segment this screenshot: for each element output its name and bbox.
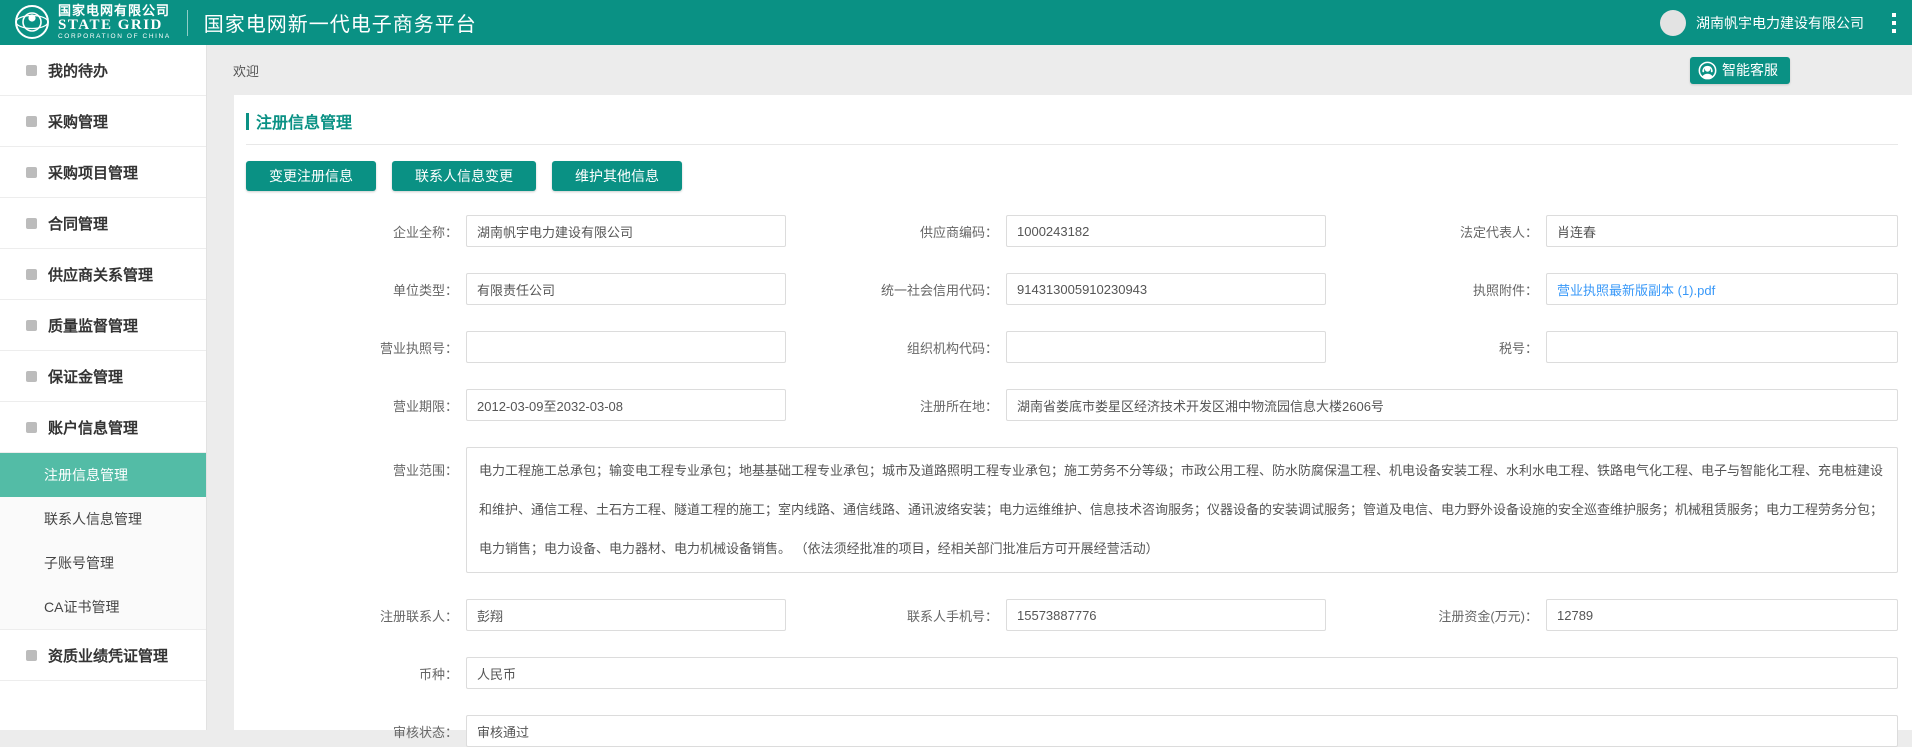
menu-square-icon [26, 65, 37, 76]
logo-company-en: STATE GRID [58, 18, 171, 34]
title-accent-bar [246, 113, 249, 130]
submenu-item-subaccount-mgmt[interactable]: 子账号管理 [0, 541, 206, 585]
state-grid-logo: 国家电网有限公司 STATE GRID CORPORATION OF CHINA [0, 4, 171, 40]
registered-address-input[interactable]: 湖南省娄底市娄星区经济技术开发区湘中物流园信息大楼2606号 [1006, 389, 1898, 421]
submenu-item-label: CA证书管理 [44, 597, 119, 617]
tax-no-label: 税号： [1326, 338, 1546, 357]
sidebar-item-supplier-relation-mgmt[interactable]: 供应商关系管理 [0, 249, 206, 300]
license-attachment-link[interactable]: 营业执照最新版副本 (1).pdf [1546, 273, 1898, 305]
supplier-code-label: 供应商编码： [786, 222, 1006, 241]
title-divider [246, 144, 1898, 145]
headset-agent-icon [1698, 61, 1717, 80]
kebab-menu-icon[interactable] [1892, 13, 1896, 33]
user-company-name[interactable]: 湖南帆宇电力建设有限公司 [1696, 13, 1864, 33]
business-scope-label: 营业范围： [246, 447, 466, 479]
menu-square-icon [26, 371, 37, 382]
sidebar-item-qualification-performance-mgmt[interactable]: 资质业绩凭证管理 [0, 630, 206, 681]
company-fullname-input[interactable]: 湖南帆宇电力建设有限公司 [466, 215, 786, 247]
license-attachment-label: 执照附件： [1326, 280, 1546, 299]
registered-contact-input[interactable]: 彭翔 [466, 599, 786, 631]
menu-square-icon [26, 269, 37, 280]
menu-square-icon [26, 218, 37, 229]
currency-label: 币种： [246, 664, 466, 683]
audit-status-input[interactable]: 审核通过 [466, 715, 1898, 747]
unit-type-input[interactable]: 有限责任公司 [466, 273, 786, 305]
business-term-label: 营业期限： [246, 396, 466, 415]
account-info-submenu: 注册信息管理 联系人信息管理 子账号管理 CA证书管理 [0, 453, 206, 630]
sidebar-item-label: 账户信息管理 [48, 417, 138, 438]
submenu-item-label: 联系人信息管理 [44, 509, 142, 529]
supplier-code-input[interactable]: 1000243182 [1006, 215, 1326, 247]
business-license-no-label: 营业执照号： [246, 338, 466, 357]
app-header: 国家电网有限公司 STATE GRID CORPORATION OF CHINA… [0, 0, 1912, 45]
sidebar-item-label: 保证金管理 [48, 366, 123, 387]
logo-company-cn: 国家电网有限公司 [58, 4, 171, 18]
sidebar-item-quality-supervision-mgmt[interactable]: 质量监督管理 [0, 300, 206, 351]
sidebar-item-my-todo[interactable]: 我的待办 [0, 45, 206, 96]
menu-square-icon [26, 116, 37, 127]
tab-welcome[interactable]: 欢迎 [207, 61, 259, 80]
platform-title: 国家电网新一代电子商务平台 [204, 8, 477, 37]
sidebar-item-label: 质量监督管理 [48, 315, 138, 336]
menu-square-icon [26, 422, 37, 433]
sidebar-item-account-info-mgmt[interactable]: 账户信息管理 [0, 402, 206, 453]
audit-status-label: 审核状态： [246, 722, 466, 741]
registered-capital-label: 注册资金(万元)： [1326, 606, 1546, 625]
menu-square-icon [26, 167, 37, 178]
unit-type-label: 单位类型： [246, 280, 466, 299]
sidebar-item-procurement-project-mgmt[interactable]: 采购项目管理 [0, 147, 206, 198]
sidebar-item-label: 供应商关系管理 [48, 264, 153, 285]
org-code-label: 组织机构代码： [786, 338, 1006, 357]
registered-address-label: 注册所在地： [786, 396, 1006, 415]
menu-square-icon [26, 320, 37, 331]
legal-representative-label: 法定代表人： [1326, 222, 1546, 241]
tax-no-input[interactable] [1546, 331, 1898, 363]
sidebar-item-label: 采购管理 [48, 111, 108, 132]
sidebar-item-procurement-mgmt[interactable]: 采购管理 [0, 96, 206, 147]
business-license-no-input[interactable] [466, 331, 786, 363]
company-fullname-label: 企业全称： [246, 222, 466, 241]
business-term-input[interactable]: 2012-03-09至2032-03-08 [466, 389, 786, 421]
unified-social-credit-code-label: 统一社会信用代码： [786, 280, 1006, 299]
contact-mobile-input[interactable]: 15573887776 [1006, 599, 1326, 631]
submenu-item-ca-certificate-mgmt[interactable]: CA证书管理 [0, 585, 206, 629]
submenu-item-contact-info-mgmt[interactable]: 联系人信息管理 [0, 497, 206, 541]
logo-company-en-sub: CORPORATION OF CHINA [58, 34, 171, 41]
legal-representative-input[interactable]: 肖连春 [1546, 215, 1898, 247]
user-avatar[interactable] [1660, 10, 1686, 36]
page-title: 注册信息管理 [256, 109, 352, 133]
registered-capital-input[interactable]: 12789 [1546, 599, 1898, 631]
sidebar-item-label: 采购项目管理 [48, 162, 138, 183]
change-contact-info-button[interactable]: 联系人信息变更 [392, 161, 536, 191]
change-registration-info-button[interactable]: 变更注册信息 [246, 161, 376, 191]
sidebar-item-deposit-mgmt[interactable]: 保证金管理 [0, 351, 206, 402]
maintain-other-info-button[interactable]: 维护其他信息 [552, 161, 682, 191]
sidebar-item-label: 合同管理 [48, 213, 108, 234]
submenu-item-registration-info-mgmt[interactable]: 注册信息管理 [0, 453, 206, 497]
smart-service-button[interactable]: 智能客服 [1690, 57, 1790, 84]
business-scope-input[interactable]: 电力工程施工总承包；输变电工程专业承包；地基基础工程专业承包；城市及道路照明工程… [466, 447, 1898, 573]
contact-mobile-label: 联系人手机号： [786, 606, 1006, 625]
smart-service-label: 智能客服 [1722, 60, 1778, 80]
header-divider [187, 10, 188, 36]
sidebar-item-label: 资质业绩凭证管理 [48, 645, 168, 666]
registration-info-panel: 注册信息管理 变更注册信息 联系人信息变更 维护其他信息 企业全称： 湖南帆宇电… [234, 95, 1912, 730]
welcome-bar: 欢迎 智能客服 [207, 45, 1912, 95]
state-grid-emblem-icon [14, 4, 50, 40]
sidebar-item-contract-mgmt[interactable]: 合同管理 [0, 198, 206, 249]
registration-form: 企业全称： 湖南帆宇电力建设有限公司 供应商编码： 1000243182 法定代… [246, 215, 1898, 747]
sidebar-nav: 我的待办 采购管理 采购项目管理 合同管理 供应商关系管理 质量监督管理 保证金… [0, 45, 207, 730]
org-code-input[interactable] [1006, 331, 1326, 363]
currency-input[interactable]: 人民币 [466, 657, 1898, 689]
submenu-item-label: 子账号管理 [44, 553, 114, 573]
unified-social-credit-code-input[interactable]: 914313005910230943 [1006, 273, 1326, 305]
sidebar-item-label: 我的待办 [48, 60, 108, 81]
menu-square-icon [26, 650, 37, 661]
submenu-item-label: 注册信息管理 [44, 465, 128, 485]
registered-contact-label: 注册联系人： [246, 606, 466, 625]
